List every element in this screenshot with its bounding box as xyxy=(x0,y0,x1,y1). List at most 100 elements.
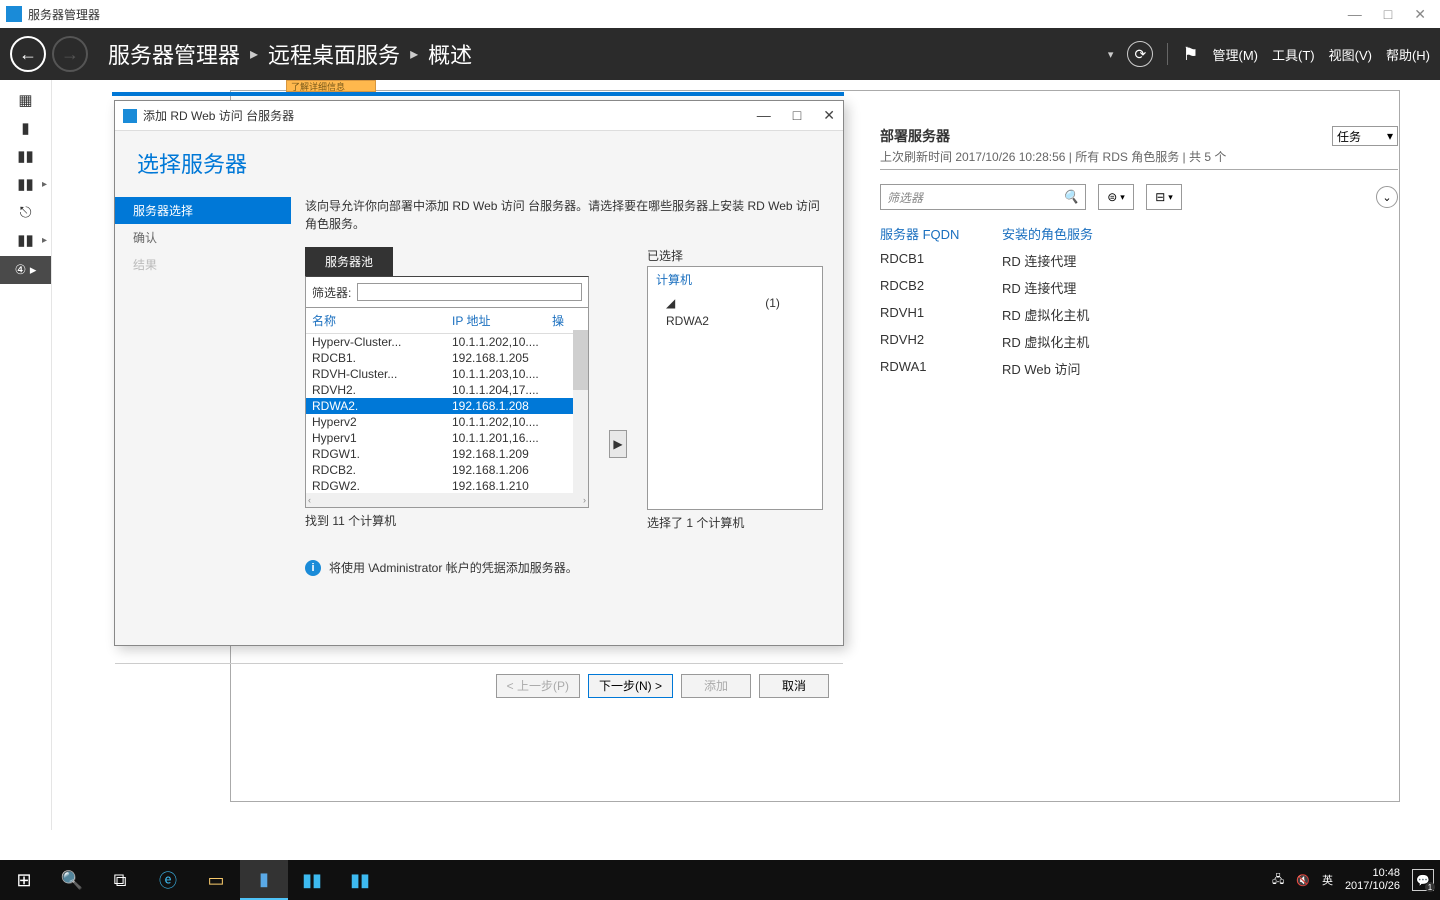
refresh-icon[interactable]: ⟳ xyxy=(1127,41,1153,67)
app-header: ← → 服务器管理器 ▸ 远程桌面服务 ▸ 概述 ▾ ⟳ ⚑ 管理(M) 工具(… xyxy=(0,28,1440,80)
pool-row[interactable]: RDVH-Cluster...10.1.1.203,10.... xyxy=(306,366,588,382)
ie-icon[interactable]: ⓔ xyxy=(144,860,192,900)
nav-back-button[interactable]: ← xyxy=(10,36,46,72)
menu-view[interactable]: 视图(V) xyxy=(1329,45,1372,64)
wizard-heading: 选择服务器 xyxy=(115,131,843,193)
rail-file-icon[interactable]: ▮▮▸ xyxy=(0,170,51,198)
rail-local-icon[interactable]: ▮ xyxy=(0,114,51,142)
clock-time: 10:48 xyxy=(1345,867,1400,880)
os-titlebar: 服务器管理器 — □ ✕ xyxy=(0,0,1440,28)
server-pool: 服务器池 筛选器: 名称 IP 地址 操 xyxy=(305,247,589,531)
info-bar[interactable]: 了解详细信息 xyxy=(286,80,376,92)
notifications-icon[interactable]: 💬1 xyxy=(1412,869,1434,891)
pool-row[interactable]: RDWA2.192.168.1.208 xyxy=(306,398,588,414)
workspace: ▦ ▮ ▮▮ ▮▮▸ ⎋ ▮▮▸ ④ ▸ 了解详细信息 任务 ▾ 部署服务器 上… xyxy=(0,80,1440,830)
deployment-row[interactable]: RDVH1RD 虚拟化主机 xyxy=(880,301,1398,328)
add-rdweb-dialog: 添加 RD Web 访问 台服务器 — □ ✕ 选择服务器 服务器选择 确认 结… xyxy=(114,100,844,646)
volume-icon[interactable]: 🔇 xyxy=(1296,874,1310,887)
rail-dashboard-icon[interactable]: ▦ xyxy=(0,86,51,114)
explorer-icon[interactable]: ▭ xyxy=(192,860,240,900)
breadcrumb-root[interactable]: 服务器管理器 xyxy=(108,38,240,70)
app2-icon[interactable]: ▮▮ xyxy=(336,860,384,900)
clock-date: 2017/10/26 xyxy=(1345,880,1400,893)
add-to-selected-button[interactable]: ▶ xyxy=(609,430,627,458)
pool-row[interactable]: Hyperv110.1.1.201,16.... xyxy=(306,430,588,446)
main-area: 了解详细信息 任务 ▾ 部署服务器 上次刷新时间 2017/10/26 10:2… xyxy=(52,80,1440,830)
rail-all-icon[interactable]: ▮▮ xyxy=(0,142,51,170)
pool-filter-input[interactable] xyxy=(357,283,582,301)
search-icon[interactable]: 🔍 xyxy=(1063,189,1079,205)
left-rail: ▦ ▮ ▮▮ ▮▮▸ ⎋ ▮▮▸ ④ ▸ xyxy=(0,80,52,830)
step-select[interactable]: 服务器选择 xyxy=(115,197,291,224)
breadcrumb: 服务器管理器 ▸ 远程桌面服务 ▸ 概述 xyxy=(108,38,472,70)
wizard-content: 该向导允许你向部署中添加 RD Web 访问 台服务器。请选择要在哪些服务器上安… xyxy=(291,193,843,663)
dialog-icon xyxy=(123,109,137,123)
col-name[interactable]: 名称 xyxy=(312,312,452,329)
chevron-right-icon: ▸ xyxy=(250,44,258,64)
close-button[interactable]: ✕ xyxy=(1414,6,1426,23)
menu-manage[interactable]: 管理(M) xyxy=(1213,45,1259,64)
step-confirm[interactable]: 确认 xyxy=(115,224,291,251)
rail-hyperv-icon[interactable]: ⎋ xyxy=(0,198,51,226)
pool-filter-row: 筛选器: xyxy=(305,276,589,308)
pool-row[interactable]: RDGW2.192.168.1.210 xyxy=(306,478,588,494)
next-button[interactable]: 下一步(N) > xyxy=(588,674,673,698)
deployment-row[interactable]: RDVH2RD 虚拟化主机 xyxy=(880,328,1398,355)
selected-item[interactable]: RDWA2 xyxy=(656,314,814,328)
pool-row[interactable]: Hyperv-Cluster...10.1.1.202,10.... xyxy=(306,334,588,350)
pool-row[interactable]: RDVH2.10.1.1.204,17.... xyxy=(306,382,588,398)
ime-indicator[interactable]: 英 xyxy=(1322,872,1333,888)
cancel-button[interactable]: 取消 xyxy=(759,674,829,698)
filter-input[interactable]: 筛选器 🔍 xyxy=(880,184,1086,210)
save-options-dropdown[interactable]: ⊟▾ xyxy=(1146,184,1182,210)
expand-button[interactable]: ⌄ xyxy=(1376,186,1398,208)
list-options-dropdown[interactable]: ⊜▾ xyxy=(1098,184,1134,210)
dialog-maximize-button[interactable]: □ xyxy=(793,107,801,124)
pool-row[interactable]: RDGW1.192.168.1.209 xyxy=(306,446,588,462)
tree-group[interactable]: ◢ (1) xyxy=(656,296,814,310)
app1-icon[interactable]: ▮▮ xyxy=(288,860,336,900)
col-role[interactable]: 安装的角色服务 xyxy=(1002,224,1093,243)
menu-help[interactable]: 帮助(H) xyxy=(1386,45,1430,64)
col-ip[interactable]: IP 地址 xyxy=(452,312,552,329)
pool-row[interactable]: RDCB1.192.168.1.205 xyxy=(306,350,588,366)
deployment-row[interactable]: RDWA1RD Web 访问 xyxy=(880,355,1398,382)
deployment-row[interactable]: RDCB1RD 连接代理 xyxy=(880,247,1398,274)
col-fqdn[interactable]: 服务器 FQDN xyxy=(880,224,1002,243)
network-icon[interactable]: 🖧 xyxy=(1272,871,1284,890)
deployment-row[interactable]: RDCB2RD 连接代理 xyxy=(880,274,1398,301)
col-os[interactable]: 操 xyxy=(552,312,564,329)
dialog-minimize-button[interactable]: — xyxy=(757,107,771,124)
pool-row[interactable]: RDCB2.192.168.1.206 xyxy=(306,462,588,478)
v-scrollbar[interactable] xyxy=(573,330,588,493)
pool-tab[interactable]: 服务器池 xyxy=(305,247,393,276)
selected-panel: 已选择 计算机 ◢ (1) RDWA2 xyxy=(647,247,823,531)
maximize-button[interactable]: □ xyxy=(1384,6,1392,23)
tasks-label: 任务 xyxy=(1337,128,1361,145)
tasks-dropdown[interactable]: 任务 ▾ xyxy=(1332,126,1398,146)
dialog-close-button[interactable]: ✕ xyxy=(823,107,835,124)
breadcrumb-l2[interactable]: 概述 xyxy=(428,38,472,70)
menu-tools[interactable]: 工具(T) xyxy=(1272,45,1315,64)
dropdown-icon[interactable]: ▾ xyxy=(1108,48,1114,61)
wizard-description: 该向导允许你向部署中添加 RD Web 访问 台服务器。请选择要在哪些服务器上安… xyxy=(305,197,823,233)
rail-rds-overview-icon[interactable]: ④ ▸ xyxy=(0,256,51,284)
pool-row[interactable]: Hyperv210.1.1.202,10.... xyxy=(306,414,588,430)
app-title: 服务器管理器 xyxy=(28,6,100,23)
collapse-icon[interactable]: ◢ xyxy=(666,296,675,310)
dialog-titlebar[interactable]: 添加 RD Web 访问 台服务器 — □ ✕ xyxy=(115,101,843,131)
breadcrumb-l1[interactable]: 远程桌面服务 xyxy=(268,38,400,70)
search-button[interactable]: 🔍 xyxy=(48,860,96,900)
taskview-button[interactable]: ⧉ xyxy=(96,860,144,900)
h-scrollbar[interactable]: ‹› xyxy=(306,493,588,507)
window-controls: — □ ✕ xyxy=(1348,6,1434,23)
clock[interactable]: 10:48 2017/10/26 xyxy=(1345,867,1400,893)
flag-icon[interactable]: ⚑ xyxy=(1182,44,1198,65)
minimize-button[interactable]: — xyxy=(1348,6,1362,23)
rail-rds-icon[interactable]: ▮▮▸ xyxy=(0,226,51,254)
deployment-subtitle: 上次刷新时间 2017/10/26 10:28:56 | 所有 RDS 角色服务… xyxy=(880,148,1398,170)
start-button[interactable]: ⊞ xyxy=(0,860,48,900)
server-manager-taskbar-icon[interactable]: ▮ xyxy=(240,860,288,900)
separator xyxy=(1167,43,1168,65)
pool-head: 名称 IP 地址 操 xyxy=(306,308,588,334)
